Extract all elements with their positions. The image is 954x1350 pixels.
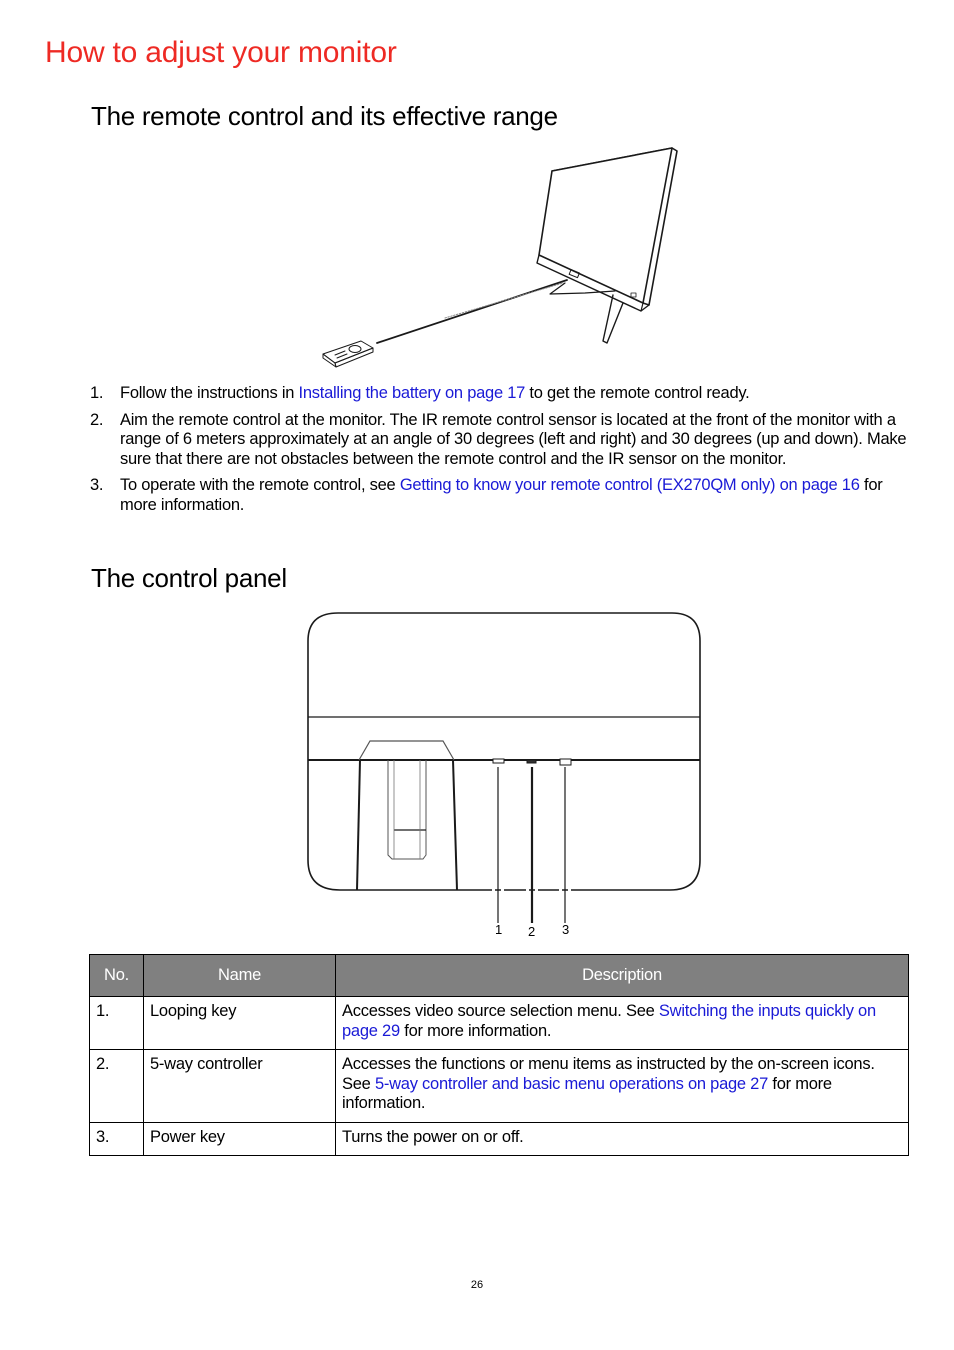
step-number: 1.: [90, 384, 104, 402]
cell-no: 2.: [89, 1049, 144, 1123]
five-way-controller-button: [526, 759, 537, 764]
step-item: 3. To operate with the remote control, s…: [90, 476, 910, 515]
looping-key-button: [492, 758, 505, 764]
ir-beam-line: [376, 279, 568, 344]
step-text: Aim the remote control at the monitor. T…: [120, 410, 907, 468]
link-remote-control-guide[interactable]: Getting to know your remote control (EX2…: [400, 476, 860, 494]
remote-control-range-illustration: [322, 147, 678, 368]
monitor-illustration: [536, 147, 678, 344]
description-text: for more information.: [399, 1021, 552, 1040]
section-heading-control-panel: The control panel: [91, 563, 287, 593]
callout-label-2: 2: [528, 924, 535, 939]
step-item: 2. Aim the remote control at the monitor…: [90, 411, 910, 470]
link-5way-controller[interactable]: 5-way controller and basic menu operatio…: [375, 1075, 768, 1093]
table-header-row: No. Name Description: [89, 954, 909, 997]
step-text: To operate with the remote control, see: [120, 476, 400, 494]
control-panel-table: No. Name Description 1. Looping key Acce…: [89, 954, 909, 1156]
table-row: 2. 5-way controller Accesses the functio…: [89, 1049, 909, 1123]
monitor-outline: [307, 612, 701, 891]
section-heading-remote: The remote control and its effective ran…: [91, 101, 558, 131]
cell-description: Turns the power on or off.: [335, 1121, 909, 1156]
header-description: Description: [335, 954, 909, 997]
table-row: 3. Power key Turns the power on or off.: [89, 1121, 909, 1156]
cell-description: Accesses video source selection menu. Se…: [335, 996, 909, 1050]
remote-control-illustration: [322, 340, 374, 368]
description-text: Accesses video source selection menu. Se…: [342, 1002, 659, 1020]
step-number: 3.: [90, 476, 104, 494]
cell-no: 1.: [89, 996, 144, 1050]
cell-name: Looping key: [143, 996, 336, 1050]
step-number: 2.: [90, 410, 104, 429]
cell-no: 3.: [89, 1121, 144, 1156]
page-title: How to adjust your monitor: [45, 36, 397, 69]
cell-name: Power key: [143, 1121, 336, 1156]
header-name: Name: [143, 954, 336, 997]
control-panel-illustration: 1 2 3: [307, 612, 701, 939]
remote-steps-list: 1. Follow the instructions in Installing…: [90, 384, 910, 522]
page-number: 26: [470, 1279, 484, 1291]
step-text: Follow the instructions in: [120, 384, 299, 402]
callout-label-3: 3: [562, 922, 569, 937]
step-item: 1. Follow the instructions in Installing…: [90, 384, 910, 404]
cell-description: Accesses the functions or menu items as …: [335, 1049, 909, 1123]
callout-label-1: 1: [495, 922, 502, 937]
power-key-button: [559, 758, 572, 766]
link-installing-battery[interactable]: Installing the battery on page 17: [299, 384, 526, 402]
header-no: No.: [89, 954, 144, 997]
description-text: Turns the power on or off.: [342, 1127, 524, 1146]
cell-name: 5-way controller: [143, 1049, 336, 1123]
table-row: 1. Looping key Accesses video source sel…: [89, 996, 909, 1050]
step-text: to get the remote control ready.: [525, 384, 750, 402]
stand-illustration: [356, 740, 458, 891]
